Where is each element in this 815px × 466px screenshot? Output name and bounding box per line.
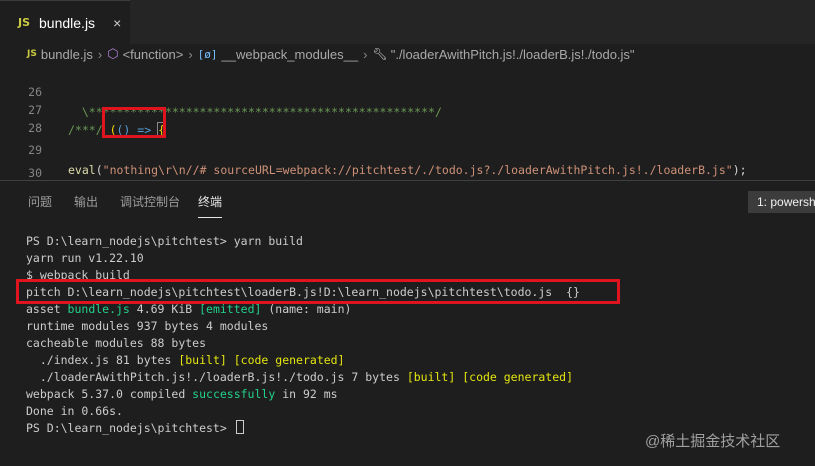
code-line: 31 /***/ }) [0, 162, 815, 180]
cube-icon: ⬡ [107, 46, 119, 61]
bottom-panel: 问题 输出 调试控制台 终端 1: powershell PS D:\learn… [0, 180, 815, 466]
terminal-line: cacheable modules 88 bytes [26, 336, 207, 350]
terminal-output[interactable]: PS D:\learn_nodejs\pitchtest> yarn build… [26, 233, 580, 437]
terminal-line: yarn run v1.22.10 [26, 251, 144, 265]
tab-terminal[interactable]: 终端 [198, 193, 223, 218]
code-line: 27 /***/ (() => { [0, 80, 815, 138]
terminal-cursor [235, 420, 244, 434]
javascript-file-icon: JS [18, 16, 31, 29]
terminal-line: PS D:\learn_nodejs\pitchtest> yarn build [26, 234, 303, 248]
breadcrumb-modules[interactable]: __webpack_modules__ [222, 47, 359, 62]
terminal-line: runtime modules 937 bytes 4 modules [26, 319, 269, 333]
annotation-highlight-box [16, 279, 620, 304]
terminal-line: PS D:\learn_nodejs\pitchtest> [26, 420, 580, 437]
code-line: 30 [0, 143, 815, 180]
terminal-line: ./index.js 81 bytes [built] [code genera… [26, 353, 345, 367]
watermark: @稀土掘金技术社区 [645, 433, 781, 450]
chevron-right-icon: › [188, 46, 193, 62]
chevron-right-icon: › [97, 46, 103, 62]
panel-tab-bar: 问题 输出 调试控制台 终端 1: powershell [0, 181, 815, 221]
array-bracket-icon: [ø] [197, 47, 218, 61]
chevron-right-icon: › [363, 46, 368, 62]
wrench-icon: 🔧︎ [372, 47, 388, 61]
code-editor[interactable]: 26 \************************************… [0, 64, 815, 180]
terminal-line: ./loaderAwithPitch.js!./loaderB.js!./tod… [26, 370, 573, 384]
breadcrumb-file[interactable]: bundle.js [41, 47, 93, 62]
tab-problems[interactable]: 问题 [28, 193, 52, 210]
tab-debug-console[interactable]: 调试控制台 [120, 193, 180, 210]
annotation-highlight-box [102, 107, 166, 138]
terminal-line: Done in 0.66s. [26, 404, 123, 418]
tab-label: bundle.js [39, 14, 96, 31]
terminal-select[interactable]: 1: powershell [748, 191, 815, 213]
breadcrumb-module-path[interactable]: "./loaderAwithPitch.js!./loaderB.js!./to… [391, 47, 635, 62]
breadcrumb-function[interactable]: <function> [123, 47, 184, 62]
javascript-file-icon: JS [27, 49, 37, 59]
tab-bundle-js[interactable]: JS bundle.js × [0, 0, 130, 44]
tab-output[interactable]: 输出 [74, 193, 98, 210]
breadcrumb: JS bundle.js › ⬡ <function> › [ø] __webp… [0, 44, 815, 64]
editor-tab-bar: JS bundle.js × [0, 0, 815, 44]
terminal-line: webpack 5.37.0 compiled successfully in … [26, 387, 338, 401]
close-icon[interactable]: × [113, 15, 121, 31]
